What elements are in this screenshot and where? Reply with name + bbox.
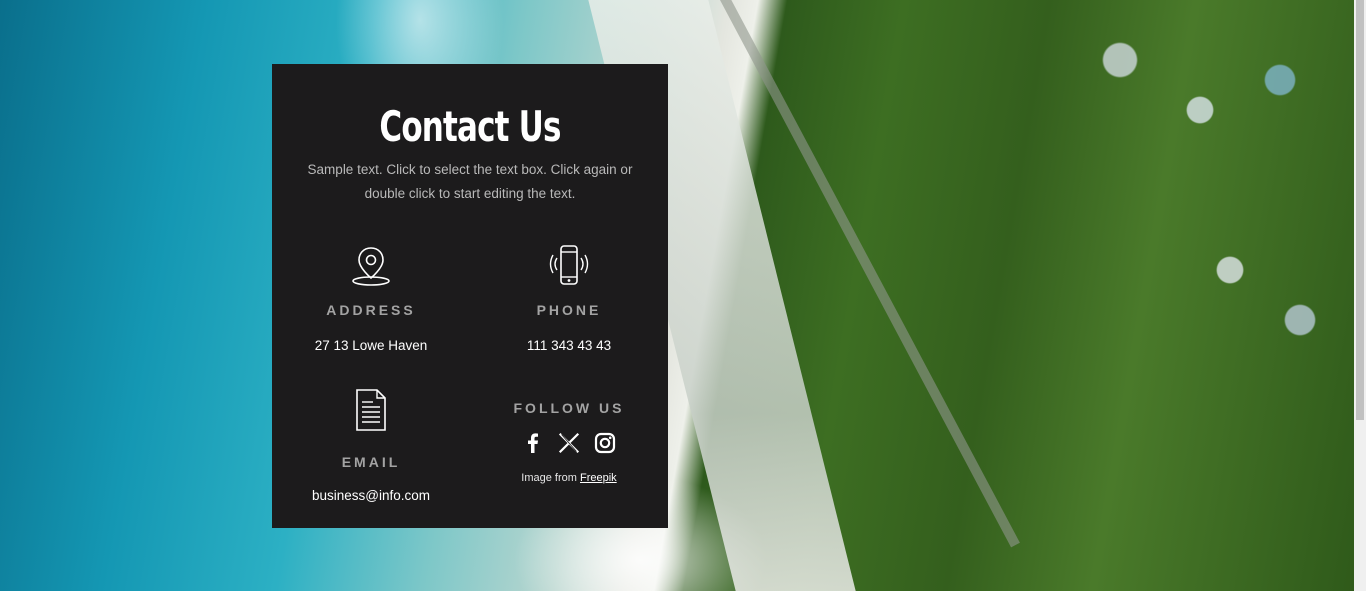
email-block: EMAIL business@info.com: [272, 388, 470, 503]
social-links: [470, 432, 668, 454]
phone-block: PHONE 111 343 43 43: [470, 244, 668, 353]
phone-value: 111 343 43 43: [526, 338, 612, 353]
background-image: [0, 0, 1354, 591]
village-roofs: [1080, 20, 1340, 400]
address-label: ADDRESS: [326, 302, 416, 318]
document-icon: [356, 389, 386, 431]
contact-title: Contact Us: [379, 102, 561, 151]
instagram-icon[interactable]: [594, 432, 616, 454]
contact-card: Contact Us Sample text. Click to select …: [272, 64, 668, 528]
address-block: ADDRESS 27 13 Lowe Haven: [272, 244, 470, 353]
scrollbar[interactable]: [1354, 0, 1366, 591]
follow-label: FOLLOW US: [513, 400, 625, 416]
email-label: EMAIL: [341, 454, 401, 470]
scrollbar-thumb[interactable]: [1356, 0, 1364, 420]
phone-icon: [549, 245, 589, 285]
map-pin-icon: [352, 247, 390, 286]
x-icon[interactable]: [558, 432, 580, 454]
email-value[interactable]: business@info.com: [272, 488, 470, 503]
facebook-icon[interactable]: [522, 432, 544, 454]
image-credit-prefix: Image from: [521, 472, 577, 484]
freepik-link[interactable]: Freepik: [580, 472, 617, 484]
phone-label: PHONE: [536, 302, 602, 318]
image-credit: Image from Freepik: [470, 472, 668, 484]
address-value: 27 13 Lowe Haven: [314, 338, 428, 353]
contact-subtitle: Sample text. Click to select the text bo…: [307, 162, 633, 201]
follow-block: FOLLOW US Image from Freepik: [470, 400, 668, 484]
